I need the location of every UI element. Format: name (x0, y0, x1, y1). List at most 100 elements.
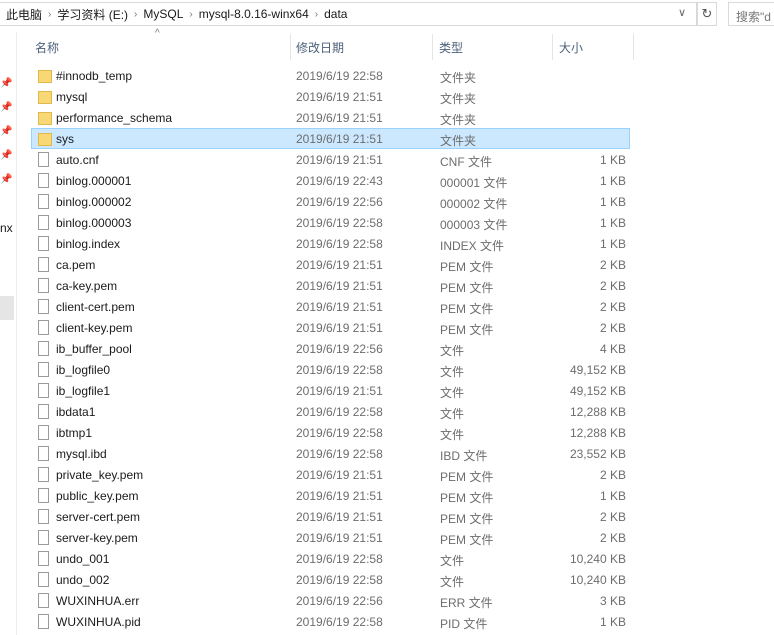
file-row[interactable]: binlog.index 2019/6/19 22:58 INDEX 文件 1 … (31, 233, 630, 254)
column-divider[interactable] (552, 34, 553, 60)
file-type: PEM 文件 (440, 512, 494, 526)
file-icon (38, 278, 49, 293)
column-header-date[interactable]: 修改日期 (291, 34, 432, 60)
file-type: PID 文件 (440, 617, 488, 631)
file-name: server-key.pem (56, 531, 138, 545)
column-header-name[interactable]: 名称 (30, 34, 290, 60)
column-header-size[interactable]: 大小 (554, 34, 633, 60)
file-icon (38, 404, 49, 419)
address-bar[interactable]: 此电脑 › 学习资料 (E:) › MySQL › mysql-8.0.16-winx… (0, 2, 697, 26)
column-divider[interactable] (633, 34, 634, 60)
file-row[interactable]: ibtmp1 2019/6/19 22:58 文件 12,288 KB (31, 422, 630, 443)
file-icon (38, 467, 49, 482)
file-row[interactable]: WUXINHUA.err 2019/6/19 22:56 ERR 文件 3 KB (31, 590, 630, 611)
file-row[interactable]: client-cert.pem 2019/6/19 21:51 PEM 文件 2… (31, 296, 630, 317)
file-row[interactable]: undo_002 2019/6/19 22:58 文件 10,240 KB (31, 569, 630, 590)
file-row[interactable]: ca.pem 2019/6/19 21:51 PEM 文件 2 KB (31, 254, 630, 275)
file-date: 2019/6/19 22:58 (296, 216, 383, 230)
file-icon (38, 530, 49, 545)
file-row[interactable]: private_key.pem 2019/6/19 21:51 PEM 文件 2… (31, 464, 630, 485)
file-row[interactable]: performance_schema 2019/6/19 21:51 文件夹 (31, 107, 630, 128)
file-type: PEM 文件 (440, 260, 494, 274)
folder-icon (38, 70, 52, 83)
file-type: 文件 (440, 365, 465, 379)
chevron-right-icon[interactable]: › (134, 9, 137, 20)
file-row[interactable]: #innodb_temp 2019/6/19 22:58 文件夹 (31, 65, 630, 86)
file-size: 2 KB (599, 279, 626, 293)
file-row[interactable]: ibdata1 2019/6/19 22:58 文件 12,288 KB (31, 401, 630, 422)
file-row[interactable]: client-key.pem 2019/6/19 21:51 PEM 文件 2 … (31, 317, 630, 338)
file-type: PEM 文件 (440, 470, 494, 484)
file-size: 1 KB (599, 174, 626, 188)
file-type: 000003 文件 (440, 218, 508, 232)
file-size: 1 KB (599, 615, 626, 629)
file-name: mysql.ibd (56, 447, 107, 461)
file-row[interactable]: mysql.ibd 2019/6/19 22:58 IBD 文件 23,552 … (31, 443, 630, 464)
file-size: 12,288 KB (569, 405, 626, 419)
file-name: ca.pem (56, 258, 96, 272)
search-input[interactable]: 搜索"d (728, 2, 774, 26)
file-row[interactable]: ib_logfile0 2019/6/19 22:58 文件 49,152 KB (31, 359, 630, 380)
file-type: 文件 (440, 575, 465, 589)
file-size: 2 KB (599, 510, 626, 524)
file-date: 2019/6/19 21:51 (296, 384, 383, 398)
column-header-type[interactable]: 类型 (434, 34, 552, 60)
file-row[interactable]: binlog.000002 2019/6/19 22:56 000002 文件 … (31, 191, 630, 212)
file-row[interactable]: WUXINHUA.pid 2019/6/19 22:58 PID 文件 1 KB (31, 611, 630, 632)
breadcrumb-data[interactable]: data (324, 7, 347, 21)
file-row[interactable]: sys 2019/6/19 21:51 文件夹 (31, 128, 630, 149)
file-type: 文件夹 (440, 134, 477, 148)
nav-item-partial[interactable]: nx (0, 221, 13, 235)
file-size: 2 KB (599, 300, 626, 314)
breadcrumb-mysql[interactable]: MySQL (143, 7, 183, 21)
chevron-right-icon[interactable]: › (315, 9, 318, 20)
file-date: 2019/6/19 21:51 (296, 279, 383, 293)
file-name: undo_001 (56, 552, 110, 566)
file-row[interactable]: binlog.000001 2019/6/19 22:43 000001 文件 … (31, 170, 630, 191)
file-icon (38, 299, 49, 314)
file-date: 2019/6/19 22:58 (296, 447, 383, 461)
file-row[interactable]: undo_001 2019/6/19 22:58 文件 10,240 KB (31, 548, 630, 569)
nav-item-selected[interactable] (0, 296, 14, 320)
refresh-button[interactable]: ↻ (697, 2, 717, 26)
file-size: 4 KB (599, 342, 626, 356)
file-name: undo_002 (56, 573, 110, 587)
file-date: 2019/6/19 22:58 (296, 69, 383, 83)
file-row[interactable]: ib_buffer_pool 2019/6/19 22:56 文件 4 KB (31, 338, 630, 359)
column-divider[interactable] (432, 34, 433, 60)
file-size: 3 KB (599, 594, 626, 608)
breadcrumb-this-pc[interactable]: 此电脑 (6, 6, 42, 23)
file-name: binlog.000003 (56, 216, 132, 230)
file-date: 2019/6/19 22:58 (296, 573, 383, 587)
file-row[interactable]: server-cert.pem 2019/6/19 21:51 PEM 文件 2… (31, 506, 630, 527)
file-name: ibtmp1 (56, 426, 93, 440)
file-name: ibdata1 (56, 405, 96, 419)
file-type: PEM 文件 (440, 302, 494, 316)
file-date: 2019/6/19 21:51 (296, 111, 383, 125)
file-icon (38, 173, 49, 188)
file-size: 1 KB (599, 489, 626, 503)
file-row[interactable]: mysql 2019/6/19 21:51 文件夹 (31, 86, 630, 107)
file-row[interactable]: binlog.000003 2019/6/19 22:58 000003 文件 … (31, 212, 630, 233)
file-size: 23,552 KB (569, 447, 626, 461)
file-name: auto.cnf (56, 153, 99, 167)
file-name: server-cert.pem (56, 510, 141, 524)
file-row[interactable]: ib_logfile1 2019/6/19 21:51 文件 49,152 KB (31, 380, 630, 401)
history-dropdown-icon[interactable]: ∨ (678, 6, 686, 19)
breadcrumb-mysql-version[interactable]: mysql-8.0.16-winx64 (199, 7, 309, 21)
file-date: 2019/6/19 21:51 (296, 90, 383, 104)
file-row[interactable]: auto.cnf 2019/6/19 21:51 CNF 文件 1 KB (31, 149, 630, 170)
file-row[interactable]: server-key.pem 2019/6/19 21:51 PEM 文件 2 … (31, 527, 630, 548)
file-icon (38, 152, 49, 167)
file-row[interactable]: ca-key.pem 2019/6/19 21:51 PEM 文件 2 KB (31, 275, 630, 296)
file-row[interactable]: public_key.pem 2019/6/19 21:51 PEM 文件 1 … (31, 485, 630, 506)
file-icon (38, 446, 49, 461)
file-date: 2019/6/19 21:51 (296, 153, 383, 167)
file-name: WUXINHUA.err (56, 594, 140, 608)
chevron-right-icon[interactable]: › (48, 9, 51, 20)
pin-icon: 📌 (0, 174, 13, 185)
file-name: performance_schema (56, 111, 173, 125)
file-type: 000001 文件 (440, 176, 508, 190)
chevron-right-icon[interactable]: › (189, 9, 192, 20)
breadcrumb-drive[interactable]: 学习资料 (E:) (57, 6, 128, 23)
